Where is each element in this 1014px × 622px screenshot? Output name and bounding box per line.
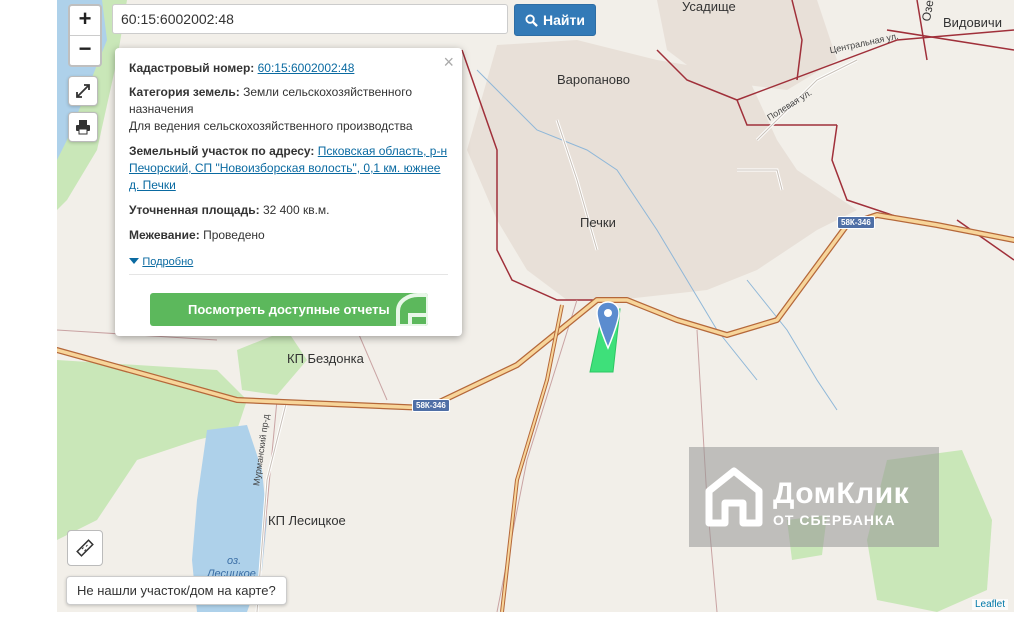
popup-divider bbox=[129, 274, 448, 275]
zoom-out-button[interactable]: − bbox=[70, 36, 100, 65]
place-bezdonka: КП Бездонка bbox=[287, 351, 364, 366]
measure-button[interactable] bbox=[67, 530, 103, 566]
survey-row: Межевание: Проведено bbox=[129, 227, 448, 244]
domclick-logo bbox=[705, 467, 763, 527]
address-label: Земельный участок по адресу: bbox=[129, 144, 315, 158]
use-value: Для ведения сельскохозяйственного произв… bbox=[129, 119, 413, 133]
domclick-watermark: ДомКлик ОТ СБЕРБАНКА bbox=[689, 447, 939, 547]
search-button[interactable]: Найти bbox=[514, 4, 596, 36]
view-reports-button[interactable]: Посмотреть доступные отчеты bbox=[150, 293, 428, 326]
map-marker-icon[interactable] bbox=[596, 300, 620, 350]
survey-value: Проведено bbox=[203, 228, 265, 242]
zoom-in-button[interactable]: + bbox=[70, 6, 100, 36]
place-vidovichi: Видовичи bbox=[943, 15, 1002, 30]
watermark-title: ДомКлик bbox=[773, 477, 910, 510]
cadastral-link[interactable]: 60:15:6002002:48 bbox=[258, 61, 355, 75]
place-varopanovo: Варопаново bbox=[557, 72, 631, 87]
address-row: Земельный участок по адресу: Псковская о… bbox=[129, 143, 448, 194]
place-lesitskoe: КП Лесицкое bbox=[268, 513, 346, 528]
cadastral-row: Кадастровый номер: 60:15:6002002:48 bbox=[129, 60, 448, 77]
ruler-icon bbox=[76, 539, 94, 557]
zoom-control: + − bbox=[68, 4, 102, 67]
not-found-button[interactable]: Не нашли участок/дом на карте? bbox=[66, 576, 287, 605]
print-button[interactable] bbox=[68, 112, 98, 142]
cadastral-label: Кадастровый номер: bbox=[129, 61, 255, 75]
fullscreen-button[interactable] bbox=[68, 76, 98, 106]
details-link[interactable]: Подробно bbox=[142, 256, 193, 268]
survey-label: Межевание: bbox=[129, 228, 200, 242]
place-usadishche: Усадище bbox=[682, 0, 736, 14]
search-button-label: Найти bbox=[543, 12, 585, 28]
area-value: 32 400 кв.м. bbox=[262, 203, 330, 217]
search-icon bbox=[525, 13, 538, 27]
parcel-popup: × Кадастровый номер: 60:15:6002002:48 Ка… bbox=[115, 48, 462, 336]
house-outline-icon bbox=[396, 293, 428, 326]
area-label: Уточненная площадь: bbox=[129, 203, 260, 217]
expand-icon bbox=[76, 84, 90, 98]
road-shield: 58К-346 bbox=[412, 399, 450, 412]
caret-down-icon bbox=[129, 258, 139, 264]
category-label: Категория земель: bbox=[129, 85, 240, 99]
category-row: Категория земель: Земли сельскохозяйстве… bbox=[129, 84, 448, 118]
place-pechki: Печки bbox=[580, 215, 616, 230]
search-input[interactable] bbox=[112, 4, 508, 34]
view-reports-label: Посмотреть доступные отчеты bbox=[188, 302, 390, 317]
watermark-subtitle: ОТ СБЕРБАНКА bbox=[773, 512, 896, 528]
lake-prefix: оз. bbox=[227, 555, 242, 567]
leaflet-attribution[interactable]: Leaflet bbox=[971, 599, 1008, 610]
area-row: Уточненная площадь: 32 400 кв.м. bbox=[129, 202, 448, 219]
printer-icon bbox=[76, 120, 90, 135]
details-toggle[interactable]: Подробно bbox=[129, 253, 448, 271]
road-shield: 58К-346 bbox=[837, 216, 875, 229]
